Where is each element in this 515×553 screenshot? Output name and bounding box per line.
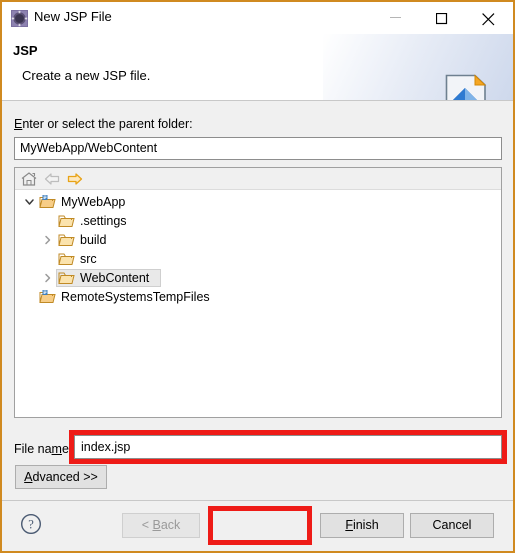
tree-item-label: RemoteSystemsTempFiles	[61, 290, 210, 304]
folder-icon	[58, 213, 75, 229]
wizard-header: JSP Create a new JSP file.	[2, 34, 513, 101]
tree-item-label: .settings	[80, 214, 127, 228]
chevron-down-icon[interactable]	[23, 193, 36, 211]
advanced-button[interactable]: Advanced >>	[15, 465, 107, 489]
forward-arrow-icon[interactable]	[66, 171, 84, 187]
parent-folder-input[interactable]: MyWebApp/WebContent	[14, 137, 502, 160]
tree-item-label: WebContent	[80, 271, 150, 285]
dialog-footer: ? < Back Next > Finish Cancel	[2, 500, 513, 551]
folder-icon	[58, 270, 75, 286]
folder-tree[interactable]: MyWebApp .settings build src WebContent …	[15, 191, 501, 417]
parent-folder-label: Enter or select the parent folder:	[14, 117, 193, 131]
jsp-wizard-gear-icon	[11, 10, 28, 27]
window-title: New JSP File	[34, 9, 112, 24]
dialog-body: Enter or select the parent folder: MyWeb…	[2, 101, 513, 500]
back-arrow-icon[interactable]	[43, 171, 61, 187]
folder-icon	[58, 251, 75, 267]
page-description: Create a new JSP file.	[22, 68, 151, 83]
project-folder-icon	[39, 289, 56, 305]
tree-item-label: MyWebApp	[61, 195, 126, 209]
close-button[interactable]	[467, 2, 513, 33]
file-name-label: File name:	[14, 442, 73, 456]
help-question-icon[interactable]: ?	[20, 513, 42, 535]
back-button[interactable]: < Back	[122, 513, 200, 538]
tree-toolbar	[15, 168, 501, 190]
home-icon[interactable]	[20, 171, 38, 187]
folder-tree-panel: MyWebApp .settings build src WebContent …	[14, 167, 502, 418]
page-title: JSP	[13, 43, 38, 58]
tree-item-label: build	[80, 233, 107, 247]
cancel-button[interactable]: Cancel	[410, 513, 494, 538]
maximize-button[interactable]	[421, 2, 467, 33]
new-jsp-file-dialog: New JSP File JSP Create a new JSP file.	[0, 0, 515, 553]
chevron-right-icon[interactable]	[41, 269, 54, 287]
title-bar: New JSP File	[2, 2, 513, 34]
tree-item-label: src	[80, 252, 97, 266]
finish-button[interactable]: Finish	[320, 513, 404, 538]
jsp-file-document-icon	[445, 74, 487, 100]
minimize-button[interactable]	[375, 2, 421, 33]
project-folder-icon	[39, 194, 56, 210]
folder-icon	[58, 232, 75, 248]
file-name-input[interactable]: index.jsp	[74, 435, 502, 459]
svg-text:?: ?	[28, 518, 34, 532]
chevron-right-icon[interactable]	[41, 231, 54, 249]
